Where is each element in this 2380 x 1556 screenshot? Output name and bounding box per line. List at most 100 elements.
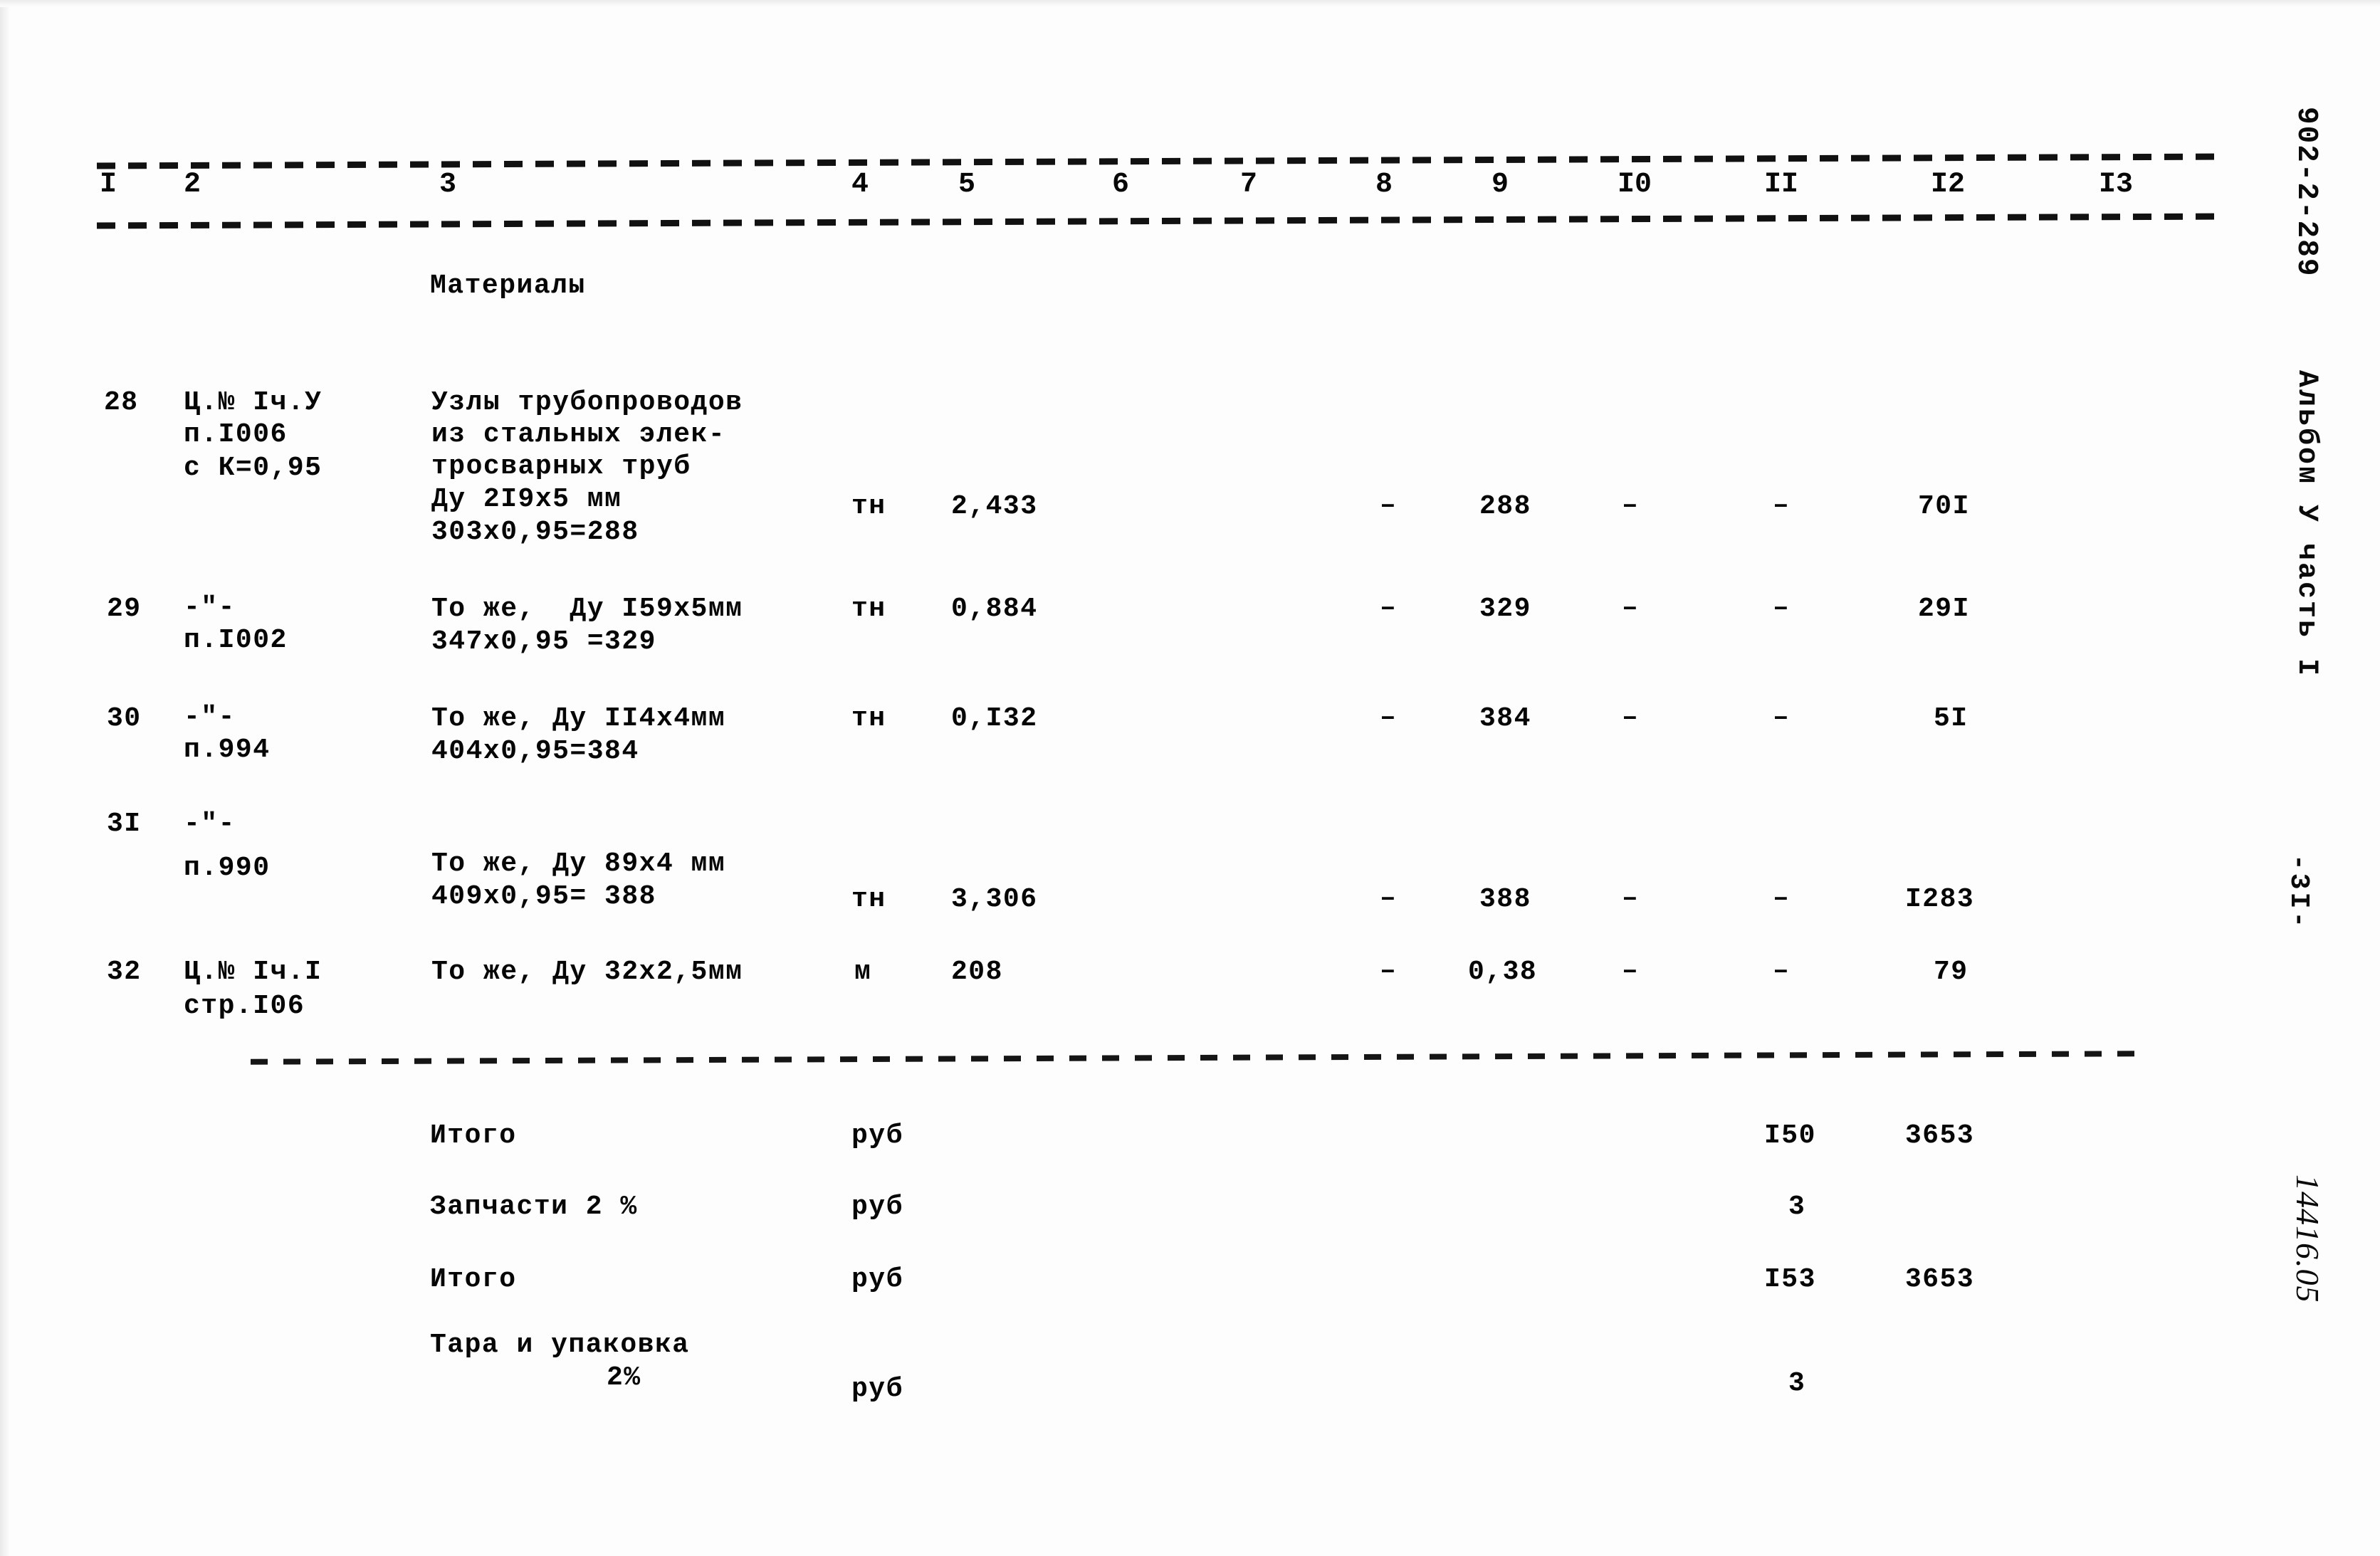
- row-name-line: То же, Ду I59x5мм: [431, 594, 743, 624]
- row-unit: тн: [851, 491, 886, 522]
- row-ref-line: с К=0,95: [184, 453, 323, 483]
- row-ref-line: -"-: [184, 702, 236, 732]
- totals-label: Итого: [430, 1120, 517, 1151]
- archive-stamp: 14416.05: [2290, 1174, 2326, 1303]
- row-ref-line: стр.I06: [184, 991, 305, 1021]
- row-name-line: 303x0,95=288: [431, 517, 639, 547]
- row-unit: тн: [851, 703, 886, 734]
- row-number: 3I: [107, 809, 142, 839]
- column-header-5: 5: [958, 169, 976, 201]
- row-col8: –: [1380, 883, 1396, 914]
- totals-label2: 2%: [607, 1362, 641, 1393]
- column-header-1: I: [100, 169, 117, 201]
- totals-label: Запчасти 2 %: [430, 1192, 638, 1222]
- column-header-3: 3: [439, 169, 457, 201]
- column-header-11: II: [1764, 169, 1799, 201]
- album-label: Альбом У часть I: [2290, 370, 2322, 678]
- row-ref-line: п.I006: [184, 419, 288, 450]
- row-quantity: 208: [951, 957, 1003, 987]
- row-name-line: 404x0,95=384: [431, 736, 639, 767]
- row-number: 28: [104, 387, 139, 418]
- row-col12: 5I: [1934, 703, 1969, 734]
- row-col12: I283: [1905, 884, 1975, 915]
- row-col10: –: [1622, 883, 1638, 914]
- totals-top-dashed-rule: [250, 1051, 2138, 1065]
- section-heading-materials: Материалы: [430, 270, 586, 301]
- totals-col12: 3653: [1905, 1264, 1975, 1295]
- row-name-line: То же, Ду 89x4 мм: [431, 848, 726, 879]
- row-unit: м: [854, 957, 872, 987]
- row-col11: –: [1773, 703, 1789, 733]
- row-ref-line: -"-: [184, 809, 236, 839]
- totals-unit: руб: [851, 1120, 903, 1151]
- scan-edge-left: [0, 0, 10, 1556]
- row-name-line: Узлы трубопроводов: [431, 387, 743, 418]
- column-header-7: 7: [1240, 169, 1258, 201]
- row-col8: –: [1380, 593, 1396, 624]
- row-name-line: Ду 2I9x5 мм: [431, 484, 622, 515]
- row-name-line: 347x0,95 =329: [431, 626, 656, 657]
- document-code: 902-2-289: [2290, 107, 2322, 278]
- totals-unit: руб: [851, 1264, 903, 1295]
- row-unit: тн: [851, 594, 886, 624]
- row-ref-line: Ц.№ Iч.I: [184, 957, 323, 987]
- row-unit: тн: [851, 884, 886, 915]
- table-header-bottom-dashed-rule: [96, 213, 2226, 229]
- row-col11: –: [1773, 593, 1789, 624]
- row-col10: –: [1622, 490, 1638, 521]
- row-col10: –: [1622, 703, 1638, 733]
- row-col10: –: [1622, 593, 1638, 624]
- row-col9: 388: [1479, 884, 1531, 915]
- row-col8: –: [1380, 703, 1396, 733]
- totals-unit: руб: [851, 1192, 903, 1222]
- row-ref-line: п.I002: [184, 625, 288, 656]
- column-header-12: I2: [1931, 169, 1966, 201]
- row-quantity: 0,I32: [951, 703, 1038, 734]
- row-col12: 70I: [1918, 491, 1970, 522]
- totals-label: Тара и упаковка: [430, 1330, 690, 1360]
- totals-col12: 3653: [1905, 1120, 1975, 1151]
- row-ref-line: п.994: [184, 735, 271, 765]
- row-quantity: 3,306: [951, 884, 1038, 915]
- column-header-8: 8: [1375, 169, 1393, 201]
- column-header-4: 4: [851, 169, 869, 201]
- scanned-page: I 2 3 4 5 6 7 8 9 I0 II I2 I3 Материалы …: [0, 0, 2380, 1556]
- totals-col11: I53: [1764, 1264, 1816, 1295]
- column-header-10: I0: [1618, 169, 1652, 201]
- column-header-6: 6: [1112, 169, 1130, 201]
- column-header-13: I3: [2099, 169, 2134, 201]
- table-top-dashed-rule: [96, 153, 2226, 169]
- totals-col11: 3: [1788, 1368, 1806, 1399]
- totals-unit: руб: [851, 1374, 903, 1404]
- row-number: 32: [107, 957, 142, 987]
- row-number: 29: [107, 594, 142, 624]
- row-name-line: из стальных элек-: [431, 419, 726, 450]
- row-col12: 79: [1934, 957, 1969, 987]
- totals-label: Итого: [430, 1264, 517, 1295]
- row-col9: 384: [1479, 703, 1531, 734]
- row-col8: –: [1380, 490, 1396, 521]
- row-col11: –: [1773, 956, 1789, 987]
- row-col9: 288: [1479, 491, 1531, 522]
- scan-edge-top: [0, 0, 2380, 7]
- row-col12: 29I: [1918, 594, 1970, 624]
- row-quantity: 0,884: [951, 594, 1038, 624]
- row-name-line: 409x0,95= 388: [431, 881, 656, 912]
- row-name-line: То же, Ду II4x4мм: [431, 703, 726, 734]
- row-quantity: 2,433: [951, 491, 1038, 522]
- row-ref-line: -"-: [184, 592, 236, 623]
- row-col8: –: [1380, 956, 1396, 987]
- row-col9: 329: [1479, 594, 1531, 624]
- row-col9: 0,38: [1468, 957, 1538, 987]
- totals-col11: I50: [1764, 1120, 1816, 1151]
- row-col10: –: [1622, 956, 1638, 987]
- row-ref-line: Ц.№ Iч.У: [184, 387, 323, 418]
- page-number: -3I-: [2283, 854, 2314, 931]
- row-col11: –: [1773, 490, 1789, 521]
- row-col11: –: [1773, 883, 1789, 914]
- row-number: 30: [107, 703, 142, 734]
- row-ref-line: п.990: [184, 853, 271, 883]
- column-header-9: 9: [1492, 169, 1509, 201]
- row-name-line: То же, Ду 32x2,5мм: [431, 957, 743, 987]
- row-name-line: тросварных труб: [431, 451, 691, 482]
